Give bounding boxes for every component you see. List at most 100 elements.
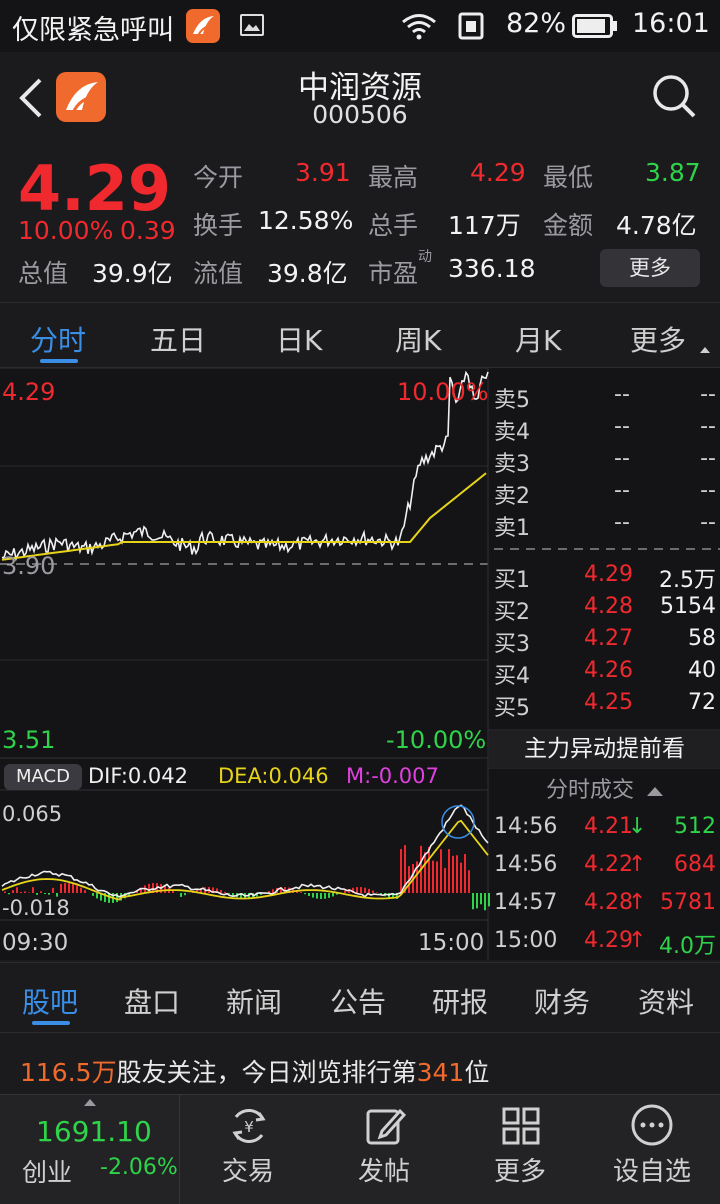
macd-bar	[4, 891, 6, 893]
info-tabs: 股吧 盘口 新闻 公告 研报 财务 资料	[0, 962, 720, 1032]
ask-row: 卖1 -- --	[494, 510, 716, 542]
main-force-button[interactable]: 主力异动提前看	[489, 731, 720, 768]
macd-indicator-button[interactable]: MACD	[4, 764, 82, 790]
macd-bar	[432, 860, 434, 893]
macd-bar	[300, 892, 302, 893]
tab-finance[interactable]: 财务	[534, 981, 590, 1021]
macd-bar	[456, 855, 458, 893]
pct-axis-high: 10.00%	[397, 378, 489, 406]
macd-bar	[440, 849, 442, 893]
macd-axis-low: -0.018	[2, 896, 70, 920]
nav-post[interactable]: 发帖	[316, 1095, 452, 1204]
tab-profile[interactable]: 资料	[638, 981, 694, 1021]
nav-add-watchlist[interactable]: 设自选	[584, 1095, 720, 1204]
tick-price: 4.21	[584, 814, 633, 839]
tick-price: 4.22	[584, 852, 633, 877]
svg-text:¥: ¥	[244, 1118, 254, 1136]
macd-bar	[480, 893, 482, 905]
macd-bar	[332, 893, 334, 897]
tab-announcements[interactable]: 公告	[330, 981, 386, 1021]
tab-news[interactable]: 新闻	[226, 981, 282, 1021]
app-notification-icon	[186, 9, 220, 43]
macd-bar	[360, 887, 362, 893]
active-subtab-indicator	[32, 1021, 70, 1025]
low-label: 最低	[543, 163, 594, 192]
tab-forum[interactable]: 股吧	[22, 981, 78, 1021]
edit-icon	[364, 1105, 407, 1151]
macd-bar	[20, 891, 22, 893]
collapse-up-icon	[647, 786, 663, 796]
macd-bar	[328, 893, 330, 898]
market-cap-value: 39.9亿	[92, 259, 173, 288]
macd-bar	[96, 893, 98, 899]
high-label: 最高	[368, 163, 419, 192]
change-amount: 0.39	[120, 216, 176, 245]
macd-bar	[304, 893, 306, 895]
ask-label: 卖4	[494, 420, 530, 445]
macd-bar	[320, 893, 322, 899]
carrier-text: 仅限紧急呼叫	[12, 15, 174, 46]
clock: 16:01	[632, 8, 710, 39]
macd-bar	[80, 887, 82, 893]
low-value: 3.87	[645, 158, 701, 187]
time-axis-start: 09:30	[2, 930, 69, 956]
wifi-icon	[400, 12, 438, 44]
tab-daily-k[interactable]: 日K	[276, 319, 322, 359]
ask-label: 卖2	[494, 484, 530, 509]
tab-monthly-k[interactable]: 月K	[515, 319, 561, 359]
tab-five-day[interactable]: 五日	[150, 319, 206, 359]
tab-intraday[interactable]: 分时	[30, 319, 86, 359]
image-notification-icon	[240, 14, 264, 36]
search-icon[interactable]	[650, 72, 698, 124]
index-change: -2.06%	[100, 1155, 178, 1180]
macd-bar	[224, 891, 226, 893]
macd-bar	[436, 861, 438, 893]
tick-time: 14:57	[494, 890, 558, 915]
bid-price: 4.28	[584, 594, 633, 619]
macd-bar	[472, 893, 474, 910]
amount-value: 4.78亿	[616, 211, 697, 240]
ask-row: 卖4 -- --	[494, 414, 716, 446]
turnover-value: 12.58%	[258, 206, 354, 235]
status-bar: 仅限紧急呼叫 82% 16:01	[0, 0, 720, 52]
ask-volume: --	[700, 510, 716, 535]
tab-more-caret-icon	[700, 347, 710, 353]
macd-bar	[356, 887, 358, 893]
open-value: 3.91	[295, 158, 351, 187]
macd-bar	[344, 890, 346, 893]
m-value: M:-0.007	[346, 764, 439, 788]
tick-time: 15:00	[494, 928, 558, 953]
ticks-title[interactable]: 分时成交	[489, 772, 720, 804]
battery-percent: 82%	[506, 8, 567, 39]
bid-volume: 40	[688, 658, 716, 683]
tab-research[interactable]: 研报	[432, 981, 488, 1021]
tab-handicap[interactable]: 盘口	[124, 981, 180, 1021]
nav-trade-label: 交易	[221, 1157, 274, 1187]
ask-volume: --	[700, 446, 716, 471]
tab-more[interactable]: 更多	[630, 319, 686, 359]
macd-bar	[40, 891, 42, 893]
tick-arrow: ↓	[628, 814, 647, 839]
follow-notice-text: 116.5万股友关注，今日浏览排行第341位	[20, 1053, 489, 1089]
ask-volume: --	[700, 414, 716, 439]
index-ticker[interactable]: 1691.10 创业 -2.06%	[0, 1095, 180, 1204]
macd-bar	[372, 890, 374, 893]
tick-volume: 512	[674, 814, 716, 839]
tab-weekly-k[interactable]: 周K	[395, 319, 441, 359]
macd-bar	[24, 891, 26, 893]
macd-bar	[476, 893, 478, 909]
tick-arrow: ↑	[628, 852, 647, 877]
market-cap-label: 总值	[18, 259, 69, 288]
volume-label: 总手	[368, 211, 419, 240]
tick-row: 14:57 4.28 ↑ 5781	[494, 890, 716, 928]
macd-bar	[400, 849, 402, 893]
amount-label: 金额	[543, 211, 594, 240]
intraday-chart-area[interactable]: 4.29 3.90 3.51 10.00% -10.00% MACD DIF:0…	[0, 368, 720, 960]
tick-list: 14:56 4.21 ↓ 512 14:56 4.22 ↑ 684 14:57 …	[494, 814, 716, 966]
follow-notice[interactable]: 116.5万股友关注，今日浏览排行第341位	[0, 1032, 720, 1094]
nav-trade[interactable]: ¥ 交易	[180, 1095, 316, 1204]
macd-bar	[484, 893, 486, 911]
nav-more[interactable]: 更多	[452, 1095, 588, 1204]
quote-more-button[interactable]: 更多	[600, 249, 700, 287]
macd-bar	[220, 890, 222, 893]
